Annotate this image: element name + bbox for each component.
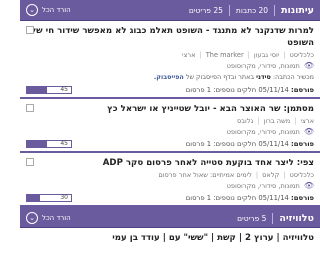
meta-region: ארצי — [182, 51, 196, 59]
facebook-link[interactable]: הפייסבוק. — [154, 73, 184, 81]
divider — [228, 4, 230, 16]
divider — [272, 212, 274, 224]
section-header-tv: טלוויזיה 5 פריטים הורד הכל ⌄ — [20, 207, 320, 228]
meta-source: ארצי — [300, 117, 314, 125]
article-item[interactable]: צפי: ליצר אחד בוקעת סטייה לאחר פרסום סקר… — [20, 153, 320, 207]
article-item[interactable]: מסתמן: שר האוצר הבא - יובל שטייניץ או יש… — [20, 99, 320, 153]
publish-extra: חלקים נוספים: 1 פרסום — [185, 140, 257, 148]
meta-separator: | — [257, 117, 260, 125]
publish-info: פורסם: 05/11/14 חלקים נוספים: 1 פרסום — [186, 194, 314, 202]
article-title[interactable]: למרות שדנקנר לא מתנגד - השופט תאלמ כבוג … — [26, 25, 314, 49]
article-footer: פורסם: 05/11/14 חלקים נוספים: 1 פרסום 45 — [26, 86, 314, 94]
summary-bold: סידני — [256, 73, 271, 81]
meta-outlet: גלובס — [236, 117, 254, 125]
articles-count: 20 כתבות — [235, 5, 269, 15]
publish-date: 05/11/14 — [258, 86, 289, 94]
tags-label: תמונות, סידורי, מקרוסופט — [226, 127, 300, 136]
article-title[interactable]: צפי: ליצר אחד בוקעת סטייה לאחר פרסום סקר… — [26, 157, 314, 169]
select-checkbox[interactable] — [26, 158, 34, 166]
article-footer: פורסם: 05/11/14 חלקים נוספים: 1 פרסום 45 — [26, 140, 314, 148]
section-title: טלוויזיה — [279, 212, 314, 224]
chevron-down-icon: ⌄ — [26, 212, 38, 224]
score-value: 45 — [60, 86, 68, 93]
score-bar: 45 — [26, 140, 72, 148]
items-count: 25 פריטים — [188, 5, 223, 15]
article-tags: 👁 תמונות, סידורי, מקרוסופט — [26, 181, 314, 190]
publish-label: פורסם: — [291, 140, 314, 148]
meta-author: קלאס — [262, 171, 280, 179]
tags-label: תמונות, סידורי, מקרוסופט — [226, 181, 300, 190]
score-fill — [27, 141, 47, 147]
publish-label: פורסם: — [291, 86, 314, 94]
eye-icon[interactable]: 👁 — [304, 181, 314, 190]
score-bar: 45 — [26, 86, 72, 94]
meta-source: כלכליסט — [289, 171, 315, 179]
score-fill — [27, 87, 47, 93]
download-all-button[interactable]: הורד הכל ⌄ — [26, 212, 71, 224]
divider — [274, 4, 276, 16]
article-meta: כלכליסט | יוסי גבעון | The marker | ארצי — [26, 51, 314, 59]
article-title[interactable]: מסתמן: שר האוצר הבא - יובל שטייניץ או יש… — [26, 103, 314, 115]
select-checkbox[interactable] — [26, 104, 34, 112]
article-summary: מכשיר הכתבה: סידני באתר ובדף הפייסבוק של… — [26, 73, 314, 82]
meta-author: משה ברון — [263, 117, 291, 125]
section-header-info: עיתונות 20 כתבות 25 פריטים — [188, 4, 314, 16]
publish-date: 05/11/14 — [258, 140, 289, 148]
meta-separator: | — [294, 117, 297, 125]
publish-date: 05/11/14 — [258, 194, 289, 202]
meta-outlet: The marker — [205, 51, 244, 59]
download-all-button[interactable]: הורד הכל ⌄ — [26, 4, 71, 16]
meta-separator: | — [199, 51, 202, 59]
article-tags: 👁 תמונות, סידורי, מקרוסופט — [26, 61, 314, 70]
publish-label: פורסם: — [291, 194, 314, 202]
section-title: עיתונות — [281, 4, 314, 16]
score-value: 45 — [60, 140, 68, 147]
meta-source: כלכליסט — [289, 51, 315, 59]
eye-icon[interactable]: 👁 — [304, 61, 314, 70]
article-meta: כלכליסט | קלאס | לימים אמיתיים: שאול אחר… — [26, 171, 314, 179]
tags-label: תמונות, סידורי, מקרוסופט — [226, 61, 300, 70]
meta-author: יוסי גבעון — [253, 51, 280, 59]
publish-info: פורסם: 05/11/14 חלקים נוספים: 1 פרסום — [186, 140, 314, 148]
meta-separator: | — [283, 51, 286, 59]
meta-separator: | — [283, 171, 286, 179]
press-list: עיתונות 20 כתבות 25 פריטים הורד הכל ⌄ למ… — [20, 0, 320, 258]
meta-outlet: לימים אמיתיים: שאול אחר פרסום — [158, 171, 252, 179]
publish-extra: חלקים נוספים: 1 פרסום — [185, 194, 257, 202]
section-header-info: טלוויזיה 5 פריטים — [237, 212, 314, 224]
summary-prefix: מכשיר הכתבה: — [272, 73, 314, 81]
download-all-label: הורד הכל — [42, 214, 71, 222]
download-all-label: הורד הכל — [42, 6, 71, 14]
score-bar: 30 — [26, 194, 72, 202]
items-count: 5 פריטים — [237, 213, 267, 223]
score-value: 30 — [60, 194, 68, 201]
select-checkbox[interactable] — [26, 26, 34, 34]
meta-separator: | — [255, 171, 259, 179]
meta-separator: | — [247, 51, 250, 59]
section-header-press: עיתונות 20 כתבות 25 פריטים הורד הכל ⌄ — [20, 0, 320, 21]
summary-rest: באתר ובדף הפייסבוק של — [185, 73, 255, 81]
score-fill — [27, 195, 41, 201]
publish-extra: חלקים נוספים: 1 פרסום — [185, 86, 257, 94]
chevron-down-icon: ⌄ — [26, 4, 38, 16]
article-meta: ארצי | משה ברון | גלובס — [26, 117, 314, 125]
eye-icon[interactable]: 👁 — [304, 127, 314, 136]
article-tags: 👁 תמונות, סידורי, מקרוסופט — [26, 127, 314, 136]
tv-item[interactable]: טלוויזיה | ערוץ 2 | קשת | "ששי" עם | עוד… — [20, 228, 320, 248]
tv-item-title[interactable]: טלוויזיה | ערוץ 2 | קשת | "ששי" עם | עוד… — [26, 232, 314, 244]
article-item[interactable]: למרות שדנקנר לא מתנגד - השופט תאלמ כבוג … — [20, 21, 320, 99]
publish-info: פורסם: 05/11/14 חלקים נוספים: 1 פרסום — [186, 86, 314, 94]
article-footer: פורסם: 05/11/14 חלקים נוספים: 1 פרסום 30 — [26, 194, 314, 202]
